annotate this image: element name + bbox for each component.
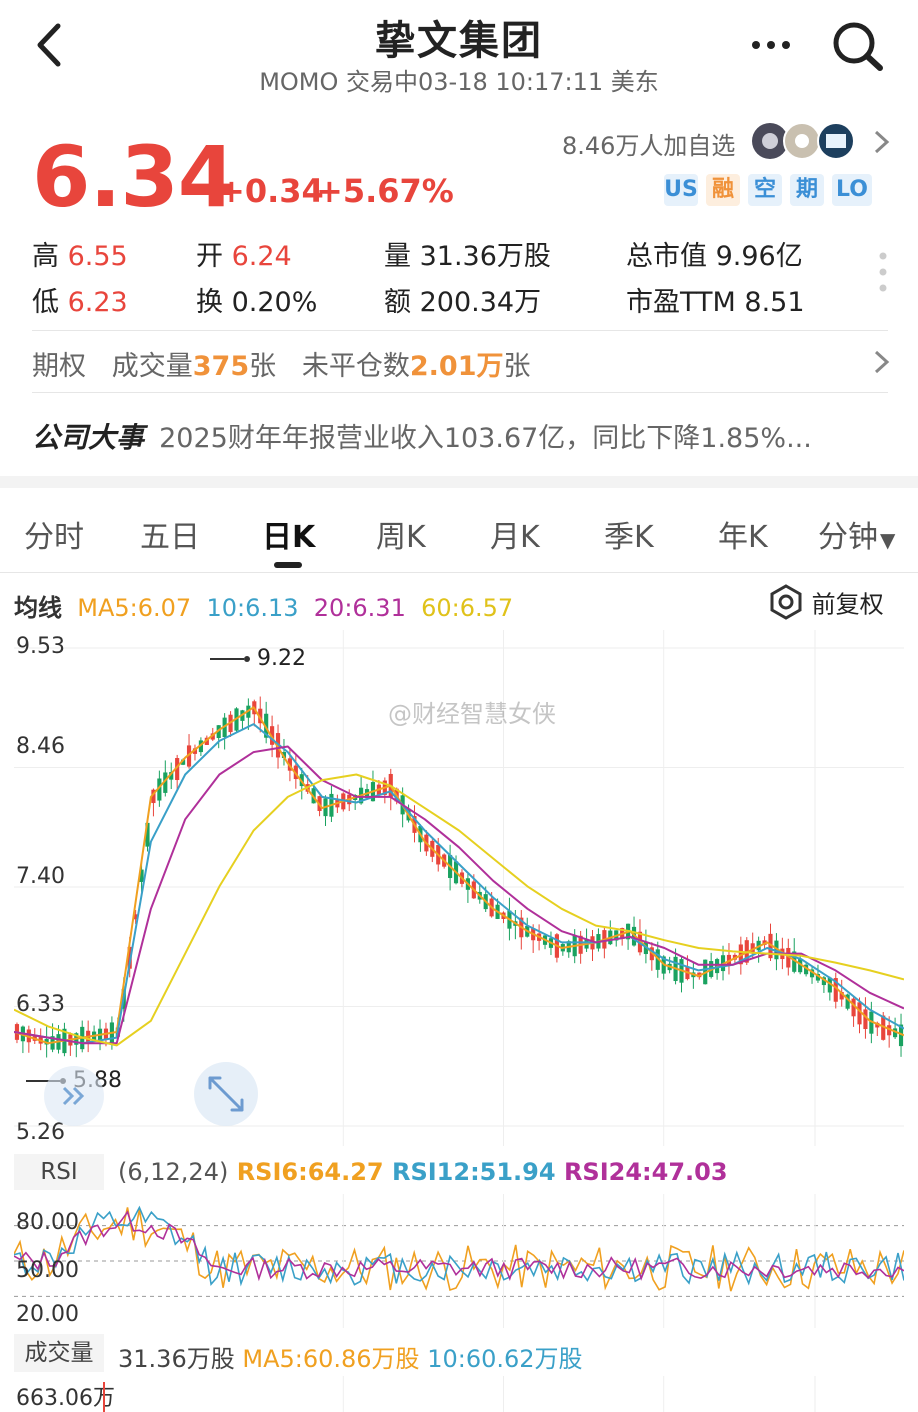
ma-legend: 均线 MA5:6.07 10:6.13 20:6.31 60:6.57: [14, 594, 514, 622]
rsi-label-box[interactable]: RSI: [14, 1154, 104, 1190]
double-chevron-icon: [62, 1086, 85, 1106]
tag-options[interactable]: 期: [790, 174, 824, 206]
rsi-level: 80.00: [16, 1210, 79, 1235]
chevron-right-icon[interactable]: [870, 126, 894, 158]
tab-daily-k[interactable]: 日K: [262, 512, 315, 556]
volume-label-box[interactable]: 成交量: [14, 1334, 104, 1372]
tag-row: US 融空期 LO: [656, 174, 872, 206]
y-label: 8.46: [16, 734, 65, 759]
volume-label: 成交量: [24, 1340, 94, 1366]
tab-weekly-k[interactable]: 周K: [376, 512, 426, 556]
tab-quarterly-k[interactable]: 季K: [604, 512, 654, 556]
scroll-forward-button[interactable]: [44, 1066, 104, 1126]
rsi-chart[interactable]: [14, 1194, 904, 1328]
tag-margin[interactable]: 融: [706, 174, 740, 206]
divider: [0, 572, 918, 573]
settings-icon: [770, 584, 802, 620]
trading-status: MOMO 交易中03-18 10:17:11 美东: [259, 68, 659, 96]
tag-lo[interactable]: LO: [832, 174, 872, 206]
divider: [32, 330, 888, 331]
options-row[interactable]: 期权 成交量375张 未平仓数2.01万张: [32, 344, 531, 383]
events-text: 2025财年年报营业收入103.67亿，同比下降1.85%...: [159, 423, 812, 454]
price-change: +0.34: [218, 172, 324, 210]
watermark: @财经智慧女侠: [388, 700, 556, 728]
stat-volume: 量 31.36万股: [384, 241, 551, 272]
more-icon[interactable]: [748, 30, 798, 60]
ma-line-ma5: [14, 706, 904, 1045]
expand-icon: [208, 1076, 244, 1112]
stat-high: 高 6.55: [32, 241, 128, 272]
stat-market-cap: 总市值 9.96亿: [626, 241, 803, 272]
adjust-button[interactable]: 前复权: [768, 584, 884, 620]
events-row[interactable]: 公司大事 2025财年年报营业收入103.67亿，同比下降1.85%...: [32, 416, 812, 456]
rsi-label: RSI: [40, 1159, 78, 1185]
followers-count[interactable]: 8.46万人加自选: [562, 126, 735, 161]
price-change-pct: +5.67%: [316, 172, 454, 210]
y-label: 9.53: [16, 634, 65, 659]
ma-line-20: [14, 745, 904, 1045]
price: 6.34: [32, 128, 236, 226]
follower-avatars[interactable]: [750, 120, 862, 162]
volume-legend: 31.36万股 MA5:60.86万股 10:60.62万股: [118, 1345, 583, 1373]
rsi-line: [14, 1207, 904, 1292]
tab-monthly-k[interactable]: 月K: [490, 512, 540, 556]
stats-expand-icon[interactable]: [876, 250, 890, 294]
stat-pe-ttm: 市盈TTM 8.51: [626, 287, 805, 318]
section-gap: [0, 476, 918, 488]
chevron-right-icon[interactable]: [870, 346, 894, 378]
ma-line-10: [14, 723, 904, 1045]
rsi-level: 20.00: [16, 1302, 79, 1327]
y-label: 6.33: [16, 992, 65, 1017]
tab-minute[interactable]: 分钟 ▼: [818, 512, 895, 556]
tab-yearly-k[interactable]: 年K: [718, 512, 768, 556]
tab-intraday[interactable]: 分时: [24, 512, 84, 556]
stat-low: 低 6.23: [32, 287, 128, 318]
caret-down-icon: ▼: [880, 528, 896, 552]
y-label: 7.40: [16, 864, 65, 889]
rsi-line: [14, 1205, 904, 1287]
search-icon[interactable]: [828, 18, 888, 74]
tag-us[interactable]: US: [664, 174, 698, 206]
stat-open: 开 6.24: [196, 241, 292, 272]
rsi-level: 50.00: [16, 1258, 79, 1283]
tab-active-indicator: [274, 562, 302, 568]
stat-amount: 额 200.34万: [384, 287, 542, 318]
fullscreen-button[interactable]: [194, 1062, 258, 1126]
stat-turnover: 换 0.20%: [196, 287, 318, 318]
tag-short[interactable]: 空: [748, 174, 782, 206]
rsi-legend: (6,12,24) RSI6:64.27 RSI12:51.94 RSI24:4…: [118, 1158, 728, 1186]
events-label: 公司大事: [32, 421, 145, 454]
divider: [32, 392, 888, 393]
tab-five-day[interactable]: 五日: [140, 512, 200, 556]
volume-chart: [103, 1376, 816, 1412]
volume-bar: [103, 1382, 105, 1412]
high-marker: 9.22: [210, 646, 306, 671]
